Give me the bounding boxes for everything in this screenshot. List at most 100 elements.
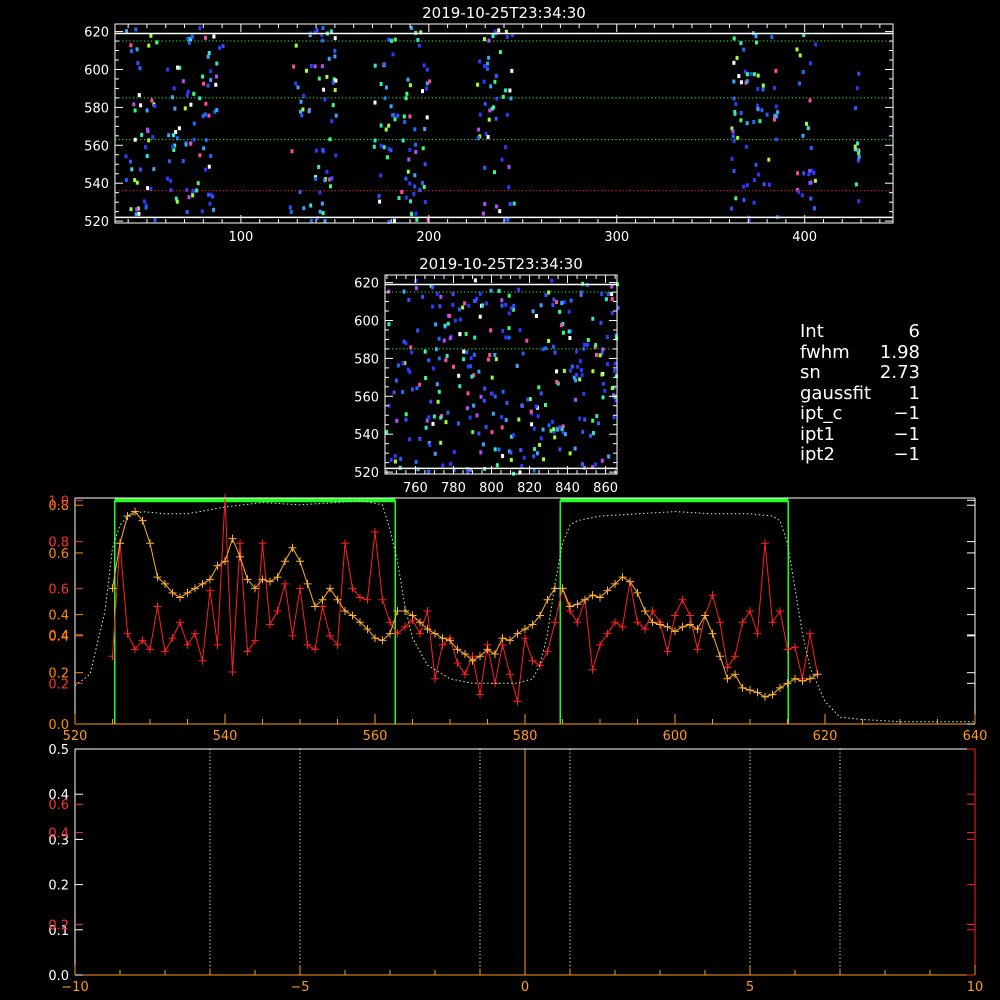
heatmap-cell: [172, 86, 176, 91]
data-point-marker: [588, 665, 597, 674]
heatmap-cell: [809, 196, 813, 201]
heatmap-cell: [731, 129, 735, 134]
data-point-marker: [206, 575, 214, 584]
heatmap-cell: [389, 458, 393, 462]
heatmap-cell: [150, 98, 154, 103]
heatmap-cell: [573, 446, 577, 451]
heatmap-cell: [476, 82, 480, 87]
data-point-marker: [656, 620, 664, 629]
data-point-marker: [663, 622, 672, 631]
heatmap-cell: [404, 412, 408, 417]
heatmap-cell: [391, 113, 395, 118]
heatmap-cell: [752, 72, 756, 77]
data-point-marker: [288, 631, 297, 640]
heatmap-cell: [493, 170, 496, 175]
heatmap-cell: [495, 204, 498, 209]
heatmap-cell: [176, 65, 180, 70]
heatmap-cell: [501, 328, 505, 333]
heatmap-cell: [418, 382, 422, 387]
heatmap-cell: [135, 47, 139, 52]
data-point-marker: [521, 625, 529, 634]
info-key: ipt1: [800, 423, 835, 445]
heatmap-cell: [461, 305, 465, 310]
heatmap-cell: [491, 411, 495, 416]
heatmap-cell: [153, 218, 157, 223]
heatmap-cell: [288, 205, 292, 210]
heatmap-cell: [504, 335, 508, 340]
heatmap-cell: [407, 297, 411, 302]
heatmap-cell: [333, 54, 337, 59]
heatmap-cell: [421, 146, 425, 151]
heatmap-cell: [500, 298, 504, 303]
data-point-marker: [603, 629, 612, 638]
data-point-marker: [626, 577, 634, 586]
heatmap-cell: [578, 416, 582, 421]
heatmap-cell: [507, 164, 511, 169]
heatmap-cell: [756, 103, 759, 108]
y-tick-label: 0.0: [48, 718, 69, 733]
data-point-marker: [753, 629, 762, 638]
data-point-marker: [236, 539, 244, 548]
heatmap-cell: [500, 425, 504, 430]
heatmap-cell: [207, 113, 211, 118]
data-point-marker: [791, 643, 799, 652]
data-point-marker: [228, 668, 237, 677]
info-key: ipt_c: [800, 403, 843, 424]
heatmap-cell: [152, 167, 156, 172]
y-tick-label: 520: [354, 466, 379, 481]
heatmap-cell: [413, 184, 417, 189]
heatmap-cell: [731, 134, 735, 139]
data-point-marker: [296, 584, 304, 593]
heatmap-cell: [732, 169, 736, 173]
heatmap-cell: [409, 199, 412, 204]
heatmap-cell: [129, 207, 133, 212]
heatmap-cell: [756, 73, 760, 78]
heatmap-cell: [372, 144, 376, 149]
heatmap-cell: [320, 64, 324, 69]
heatmap-cell: [536, 414, 540, 419]
heatmap-cell: [854, 106, 857, 111]
data-point-marker: [776, 607, 784, 615]
heatmap-cell: [382, 145, 386, 150]
fit-info-panel: Int 6 fwhm 1.98 sn 2.73 gaussfit 1 ipt_c…: [800, 321, 990, 466]
heatmap-cell: [415, 217, 419, 222]
heatmap-cell: [425, 86, 428, 91]
heatmap-cell: [773, 113, 777, 118]
data-point-marker: [716, 618, 724, 627]
heatmap-cell: [754, 34, 758, 39]
data-point-marker: [438, 634, 447, 643]
data-point-marker: [648, 607, 657, 615]
x-tick-label: 840: [555, 481, 580, 496]
heatmap-cell: [470, 374, 474, 379]
heatmap-cell: [563, 432, 567, 437]
heatmap-cell: [151, 135, 155, 140]
heatmap-cell: [149, 33, 153, 38]
heatmap-cell: [756, 107, 760, 112]
heatmap-cell: [139, 103, 143, 108]
heatmap-cell: [558, 425, 562, 430]
heatmap-cell: [290, 149, 294, 154]
heatmap-cell: [593, 462, 597, 467]
heatmap-cell: [391, 52, 395, 57]
heatmap-cell: [744, 144, 748, 149]
data-point-marker: [783, 679, 792, 688]
heatmap-cell: [385, 85, 388, 90]
heatmap-cell: [296, 85, 300, 90]
data-point-marker: [123, 512, 132, 521]
heatmap-cell: [208, 201, 212, 206]
heatmap-cell: [526, 397, 530, 402]
heatmap-cell: [495, 96, 499, 101]
heatmap-cell: [798, 81, 801, 86]
heatmap-cell: [393, 459, 397, 464]
heatmap-cell: [517, 287, 521, 292]
info-row-fwhm: fwhm 1.98: [800, 342, 990, 364]
heatmap-cell: [532, 454, 536, 459]
heatmap-cell: [333, 88, 337, 92]
info-key: ipt2: [800, 444, 835, 465]
data-point-marker: [753, 688, 762, 697]
heatmap-cell: [414, 459, 418, 464]
heatmap-cell: [802, 171, 806, 176]
heatmap-cell: [507, 293, 511, 298]
heatmap-cell: [857, 154, 861, 159]
heatmap-cell: [448, 313, 452, 318]
